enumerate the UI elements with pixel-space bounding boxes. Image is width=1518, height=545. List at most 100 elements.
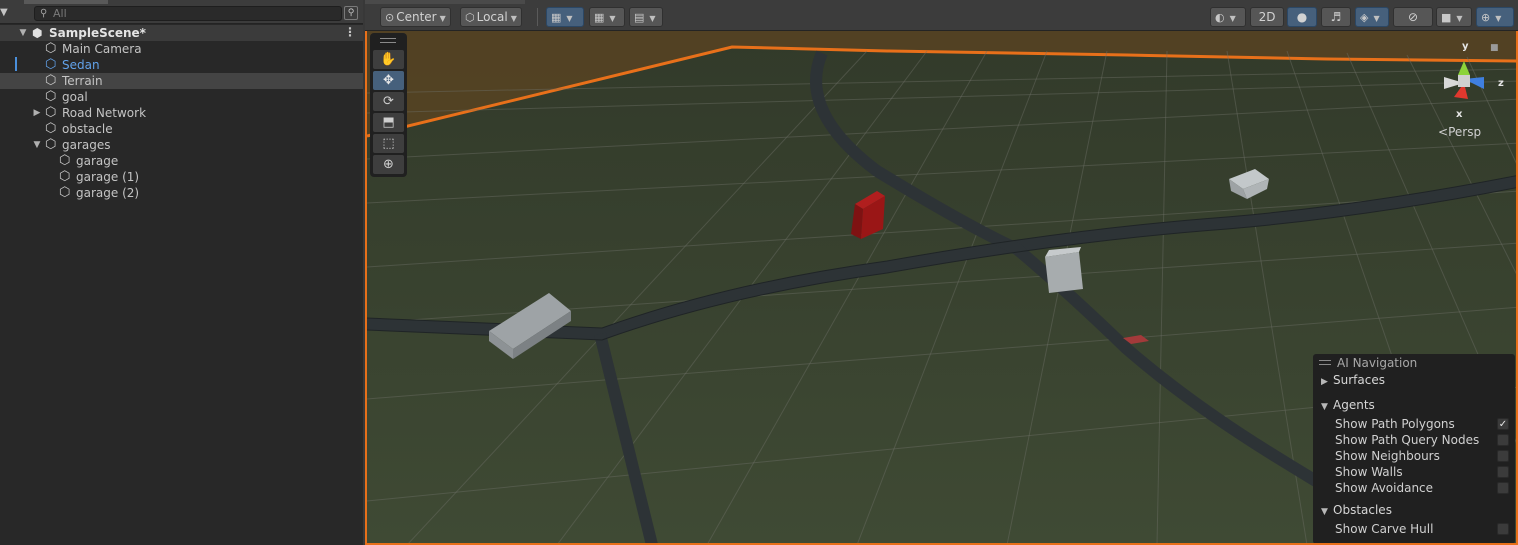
search-icon: ⚲	[40, 8, 48, 19]
axis-x-label: x	[1456, 109, 1463, 120]
pivot-label: Center	[396, 10, 437, 24]
option-label: Show Walls	[1335, 465, 1403, 479]
lighting-toggle[interactable]: ●	[1287, 7, 1317, 27]
toolbar-divider	[537, 8, 538, 26]
chevron-down-icon: ▼	[609, 14, 616, 23]
gizmos-dropdown[interactable]: ⊕ ▼	[1476, 7, 1514, 27]
checkbox[interactable]	[1497, 450, 1509, 462]
item-label: obstacle	[62, 122, 113, 136]
projection-toggle[interactable]: <Persp	[1438, 125, 1481, 139]
rotate-tool-icon[interactable]: ⟳	[373, 92, 404, 111]
orientation-gizmo[interactable]: y z x ■ <Persp	[1430, 39, 1518, 145]
hierarchy-tab[interactable]	[24, 0, 108, 4]
pivot-rotation-dropdown[interactable]: ⬡ Local ▼	[460, 7, 522, 27]
scene-tab[interactable]	[365, 0, 525, 4]
move-tool-icon[interactable]: ✥	[373, 71, 404, 90]
hierarchy-item-obstacle[interactable]: ⬡ obstacle	[0, 121, 363, 137]
hierarchy-search-field[interactable]: ⚲	[34, 6, 342, 21]
chevron-down-icon: ▼	[510, 14, 517, 23]
option-label: Show Avoidance	[1335, 481, 1434, 495]
axis-z-label: z	[1498, 78, 1504, 89]
axis-gizmo[interactable]	[1430, 39, 1518, 125]
scale-tool-icon[interactable]: ⬒	[373, 113, 404, 132]
hierarchy-item-goal[interactable]: ⬡ goal	[0, 89, 363, 105]
local-cube-icon: ⬡	[465, 11, 475, 24]
gizmo-center-cube[interactable]	[1458, 75, 1470, 87]
cube-icon: ⬡	[45, 41, 57, 56]
cube-icon: ⬡	[45, 73, 57, 88]
checkbox[interactable]	[1497, 466, 1509, 478]
option-show-path-query-nodes[interactable]: Show Path Query Nodes	[1335, 432, 1511, 448]
hierarchy-panel: ▼ ⚲ ⚲ ▼ ⬢ SampleScene* ⋮ ⬡ Main Camera ⬡…	[0, 0, 363, 545]
option-show-walls[interactable]: Show Walls	[1335, 464, 1511, 480]
increment-snapping-toggle[interactable]: ▤ ▼	[629, 7, 663, 27]
checkbox-checked[interactable]: ✓	[1497, 418, 1509, 430]
hierarchy-item-garage[interactable]: ⬡ garage	[0, 153, 363, 169]
drag-handle[interactable]	[380, 38, 396, 43]
draw-mode-dropdown[interactable]: ◐ ▼	[1210, 7, 1246, 27]
chevron-down-icon: ▼	[439, 14, 446, 23]
chevron-down-icon: ▼	[1229, 14, 1236, 23]
scene-viewport[interactable]: ✋ ✥ ⟳ ⬒ ⬚ ⊕ y z x ■ <Persp AI Navigation…	[365, 31, 1518, 545]
item-label: garage	[76, 154, 119, 168]
effects-dropdown[interactable]: ◈ ▼	[1355, 7, 1389, 27]
checkbox[interactable]	[1497, 482, 1509, 494]
option-show-path-polygons[interactable]: Show Path Polygons ✓	[1335, 416, 1511, 432]
option-show-carve-hull[interactable]: Show Carve Hull	[1335, 521, 1511, 537]
cube-icon: ⬡	[45, 57, 57, 72]
pivot-mode-dropdown[interactable]: ⊙ Center ▼	[380, 7, 451, 27]
mode-2d-toggle[interactable]: 2D	[1250, 7, 1284, 27]
checkbox[interactable]	[1497, 523, 1509, 535]
hierarchy-item-road-network[interactable]: ▶ ⬡ Road Network	[0, 105, 363, 121]
cube-icon: ⬡	[45, 137, 57, 152]
item-label: garage (1)	[76, 170, 140, 184]
scene-menu-button[interactable]: ⋮	[344, 25, 356, 41]
audio-toggle[interactable]: ♬	[1321, 7, 1351, 27]
create-dropdown-button[interactable]: ▼	[0, 6, 18, 20]
search-by-type-button[interactable]: ⚲	[344, 6, 358, 20]
foldout-expanded-icon[interactable]: ▼	[31, 137, 43, 153]
search-input[interactable]	[53, 7, 333, 20]
y-axis-cone[interactable]	[1458, 61, 1470, 75]
scene-visibility-toggle[interactable]: ⊘	[1393, 7, 1433, 27]
hierarchy-item-terrain[interactable]: ⬡ Terrain	[0, 73, 363, 89]
foldout-collapsed-icon[interactable]: ▶	[31, 105, 43, 121]
checkbox[interactable]	[1497, 434, 1509, 446]
eye-hidden-icon: ⊘	[1407, 10, 1419, 24]
lightbulb-icon: ●	[1296, 10, 1308, 24]
cube-icon: ⬡	[45, 89, 57, 104]
rect-tool-icon[interactable]: ⬚	[373, 134, 404, 153]
hierarchy-item-garages[interactable]: ▼ ⬡ garages	[0, 137, 363, 153]
grid-icon: ▦	[594, 11, 605, 24]
lock-icon[interactable]: ■	[1490, 43, 1499, 53]
cube-icon: ⬡	[59, 169, 71, 184]
axis-y-label: y	[1462, 41, 1469, 52]
camera-settings-dropdown[interactable]: ■ ▼	[1436, 7, 1472, 27]
section-surfaces[interactable]: ▶ Surfaces	[1321, 372, 1385, 390]
section-obstacles[interactable]: ▼ Obstacles	[1321, 502, 1392, 520]
chevron-left-icon: <	[1438, 125, 1449, 139]
item-label: Main Camera	[62, 42, 142, 56]
cube-icon: ⬡	[45, 121, 57, 136]
hierarchy-item-main-camera[interactable]: ⬡ Main Camera	[0, 41, 363, 57]
grid-snapping-toggle[interactable]: ▦ ▼	[546, 7, 584, 27]
camera-icon: ■	[1441, 11, 1452, 24]
scene-row[interactable]: ▼ ⬢ SampleScene* ⋮	[0, 25, 363, 41]
option-show-avoidance[interactable]: Show Avoidance	[1335, 480, 1511, 496]
option-show-neighbours[interactable]: Show Neighbours	[1335, 448, 1511, 464]
ai-navigation-overlay: AI Navigation ▶ Surfaces ▼ Agents Show Pat…	[1313, 354, 1515, 543]
view-tool-hand-icon[interactable]: ✋	[373, 50, 404, 69]
item-label: garages	[62, 138, 111, 152]
foldout-expanded-icon[interactable]: ▼	[17, 25, 29, 41]
hierarchy-item-sedan[interactable]: ⬡ Sedan	[0, 57, 363, 73]
chevron-down-icon: ▼	[649, 14, 656, 23]
section-agents[interactable]: ▼ Agents	[1321, 397, 1375, 415]
drag-handle[interactable]	[1319, 360, 1331, 365]
item-label: Terrain	[62, 74, 103, 88]
garage-box[interactable]	[1045, 247, 1083, 293]
grid-visibility-toggle[interactable]: ▦ ▼	[589, 7, 625, 27]
hierarchy-item-garage-2[interactable]: ⬡ garage (2)	[0, 185, 363, 201]
hierarchy-item-garage-1[interactable]: ⬡ garage (1)	[0, 169, 363, 185]
transform-tool-icon[interactable]: ⊕	[373, 155, 404, 174]
unity-logo-icon: ⬢	[32, 26, 43, 40]
